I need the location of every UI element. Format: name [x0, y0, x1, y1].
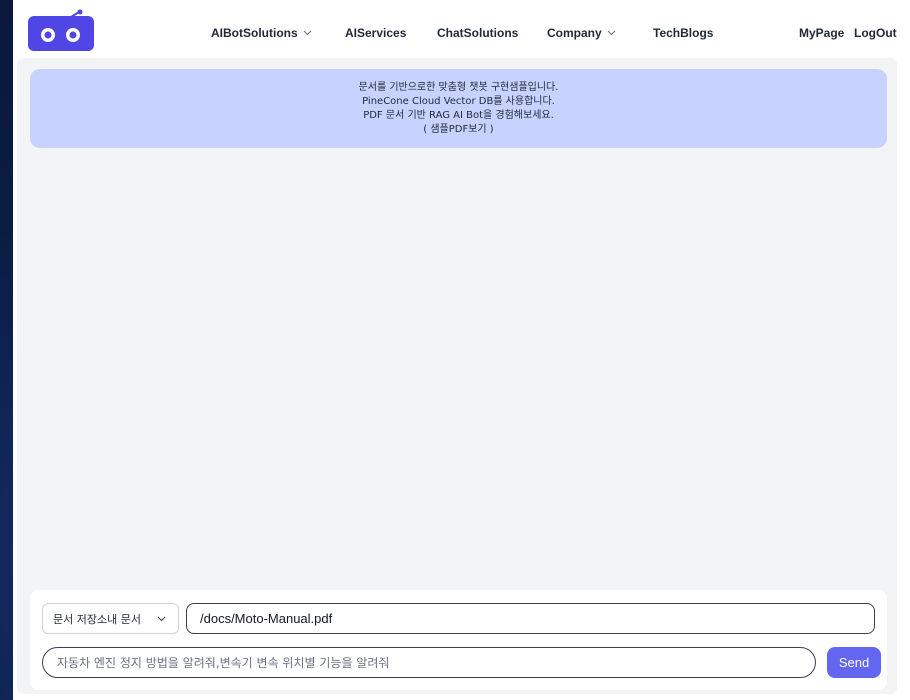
banner-line: PDF 문서 기반 RAG AI Bot을 경험해보세요.: [363, 110, 554, 121]
input-panel: 문서 저장소내 문서 Send: [30, 590, 887, 690]
mypage-link[interactable]: MyPage: [799, 26, 844, 40]
nav-label: ChatSolutions: [437, 26, 519, 40]
chevron-down-icon: [157, 616, 166, 622]
nav-label: AIServices: [345, 26, 407, 40]
question-input[interactable]: [42, 647, 816, 678]
document-source-select[interactable]: 문서 저장소내 문서: [42, 603, 179, 634]
nav-ai-services[interactable]: AIServices: [345, 26, 406, 40]
chevron-down-icon: [303, 30, 312, 36]
logout-link[interactable]: LogOut: [854, 26, 897, 40]
nav-ai-bot-solutions[interactable]: AIBotSolutions: [211, 26, 312, 40]
nav-label: TechBlogs: [653, 26, 714, 40]
site-header: AIBotSolutions AIServices ChatSolutions …: [13, 0, 910, 58]
send-button[interactable]: Send: [827, 647, 881, 678]
browser-page: AIBotSolutions AIServices ChatSolutions …: [13, 0, 910, 700]
robot-logo-icon[interactable]: [28, 9, 94, 51]
banner-line: PineCone Cloud Vector DB를 사용합니다.: [362, 96, 555, 107]
chat-area: 문서를 기반으로한 맞춤형 챗봇 구현샘플입니다. PineCone Cloud…: [17, 58, 897, 694]
chevron-down-icon: [607, 30, 616, 36]
nav-chat-solutions[interactable]: ChatSolutions: [437, 26, 518, 40]
sample-pdf-link[interactable]: ( 샘플PDF보기 ): [423, 123, 493, 136]
nav-tech-blogs[interactable]: TechBlogs: [653, 26, 713, 40]
document-path-input[interactable]: [186, 603, 875, 634]
nav-label: Company: [547, 26, 602, 40]
nav-label: AIBotSolutions: [211, 26, 298, 40]
info-banner: 문서를 기반으로한 맞춤형 챗봇 구현샘플입니다. PineCone Cloud…: [30, 69, 887, 148]
nav-company[interactable]: Company: [547, 26, 616, 40]
select-value: 문서 저장소내 문서: [53, 612, 141, 626]
banner-line: 문서를 기반으로한 맞춤형 챗봇 구현샘플입니다.: [358, 82, 559, 93]
